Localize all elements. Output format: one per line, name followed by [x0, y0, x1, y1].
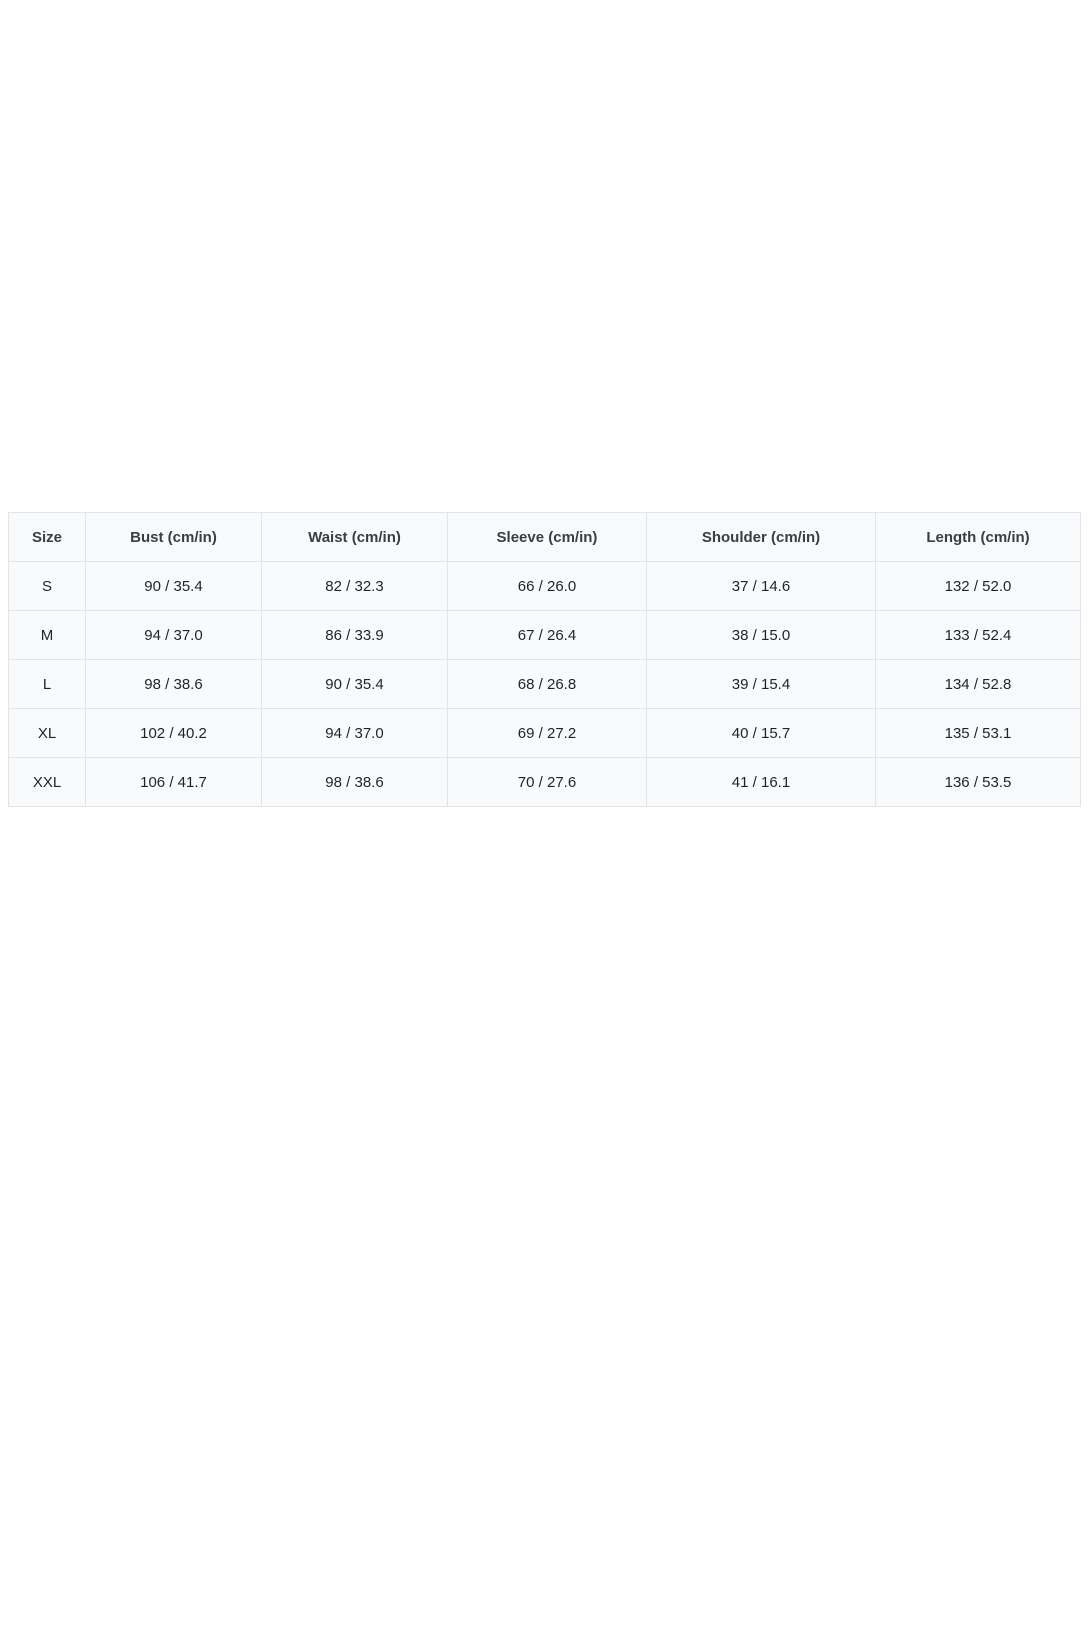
size-cell: XXL [8, 757, 86, 807]
size-cell: L [8, 659, 86, 709]
header-shoulder: Shoulder (cm/in) [646, 512, 876, 562]
header-length: Length (cm/in) [875, 512, 1081, 562]
sleeve-cell: 69 / 27.2 [447, 708, 647, 758]
waist-cell: 94 / 37.0 [261, 708, 448, 758]
bust-cell: 106 / 41.7 [85, 757, 262, 807]
header-bust: Bust (cm/in) [85, 512, 262, 562]
length-cell: 136 / 53.5 [875, 757, 1081, 807]
table-row: L 98 / 38.6 90 / 35.4 68 / 26.8 39 / 15.… [8, 659, 1081, 709]
shoulder-cell: 40 / 15.7 [646, 708, 876, 758]
shoulder-cell: 37 / 14.6 [646, 561, 876, 611]
table-row: XXL 106 / 41.7 98 / 38.6 70 / 27.6 41 / … [8, 757, 1081, 807]
table-header-row: Size Bust (cm/in) Waist (cm/in) Sleeve (… [8, 512, 1081, 562]
waist-cell: 86 / 33.9 [261, 610, 448, 660]
size-cell: XL [8, 708, 86, 758]
length-cell: 132 / 52.0 [875, 561, 1081, 611]
sleeve-cell: 66 / 26.0 [447, 561, 647, 611]
bust-cell: 90 / 35.4 [85, 561, 262, 611]
sleeve-cell: 70 / 27.6 [447, 757, 647, 807]
header-waist: Waist (cm/in) [261, 512, 448, 562]
waist-cell: 98 / 38.6 [261, 757, 448, 807]
shoulder-cell: 39 / 15.4 [646, 659, 876, 709]
size-cell: M [8, 610, 86, 660]
length-cell: 133 / 52.4 [875, 610, 1081, 660]
waist-cell: 90 / 35.4 [261, 659, 448, 709]
header-size: Size [8, 512, 86, 562]
sleeve-cell: 67 / 26.4 [447, 610, 647, 660]
shoulder-cell: 38 / 15.0 [646, 610, 876, 660]
size-chart-table: Size Bust (cm/in) Waist (cm/in) Sleeve (… [8, 512, 1081, 807]
header-sleeve: Sleeve (cm/in) [447, 512, 647, 562]
sleeve-cell: 68 / 26.8 [447, 659, 647, 709]
length-cell: 134 / 52.8 [875, 659, 1081, 709]
length-cell: 135 / 53.1 [875, 708, 1081, 758]
bust-cell: 98 / 38.6 [85, 659, 262, 709]
waist-cell: 82 / 32.3 [261, 561, 448, 611]
table-row: S 90 / 35.4 82 / 32.3 66 / 26.0 37 / 14.… [8, 561, 1081, 611]
shoulder-cell: 41 / 16.1 [646, 757, 876, 807]
table-row: M 94 / 37.0 86 / 33.9 67 / 26.4 38 / 15.… [8, 610, 1081, 660]
size-cell: S [8, 561, 86, 611]
table-row: XL 102 / 40.2 94 / 37.0 69 / 27.2 40 / 1… [8, 708, 1081, 758]
bust-cell: 94 / 37.0 [85, 610, 262, 660]
bust-cell: 102 / 40.2 [85, 708, 262, 758]
